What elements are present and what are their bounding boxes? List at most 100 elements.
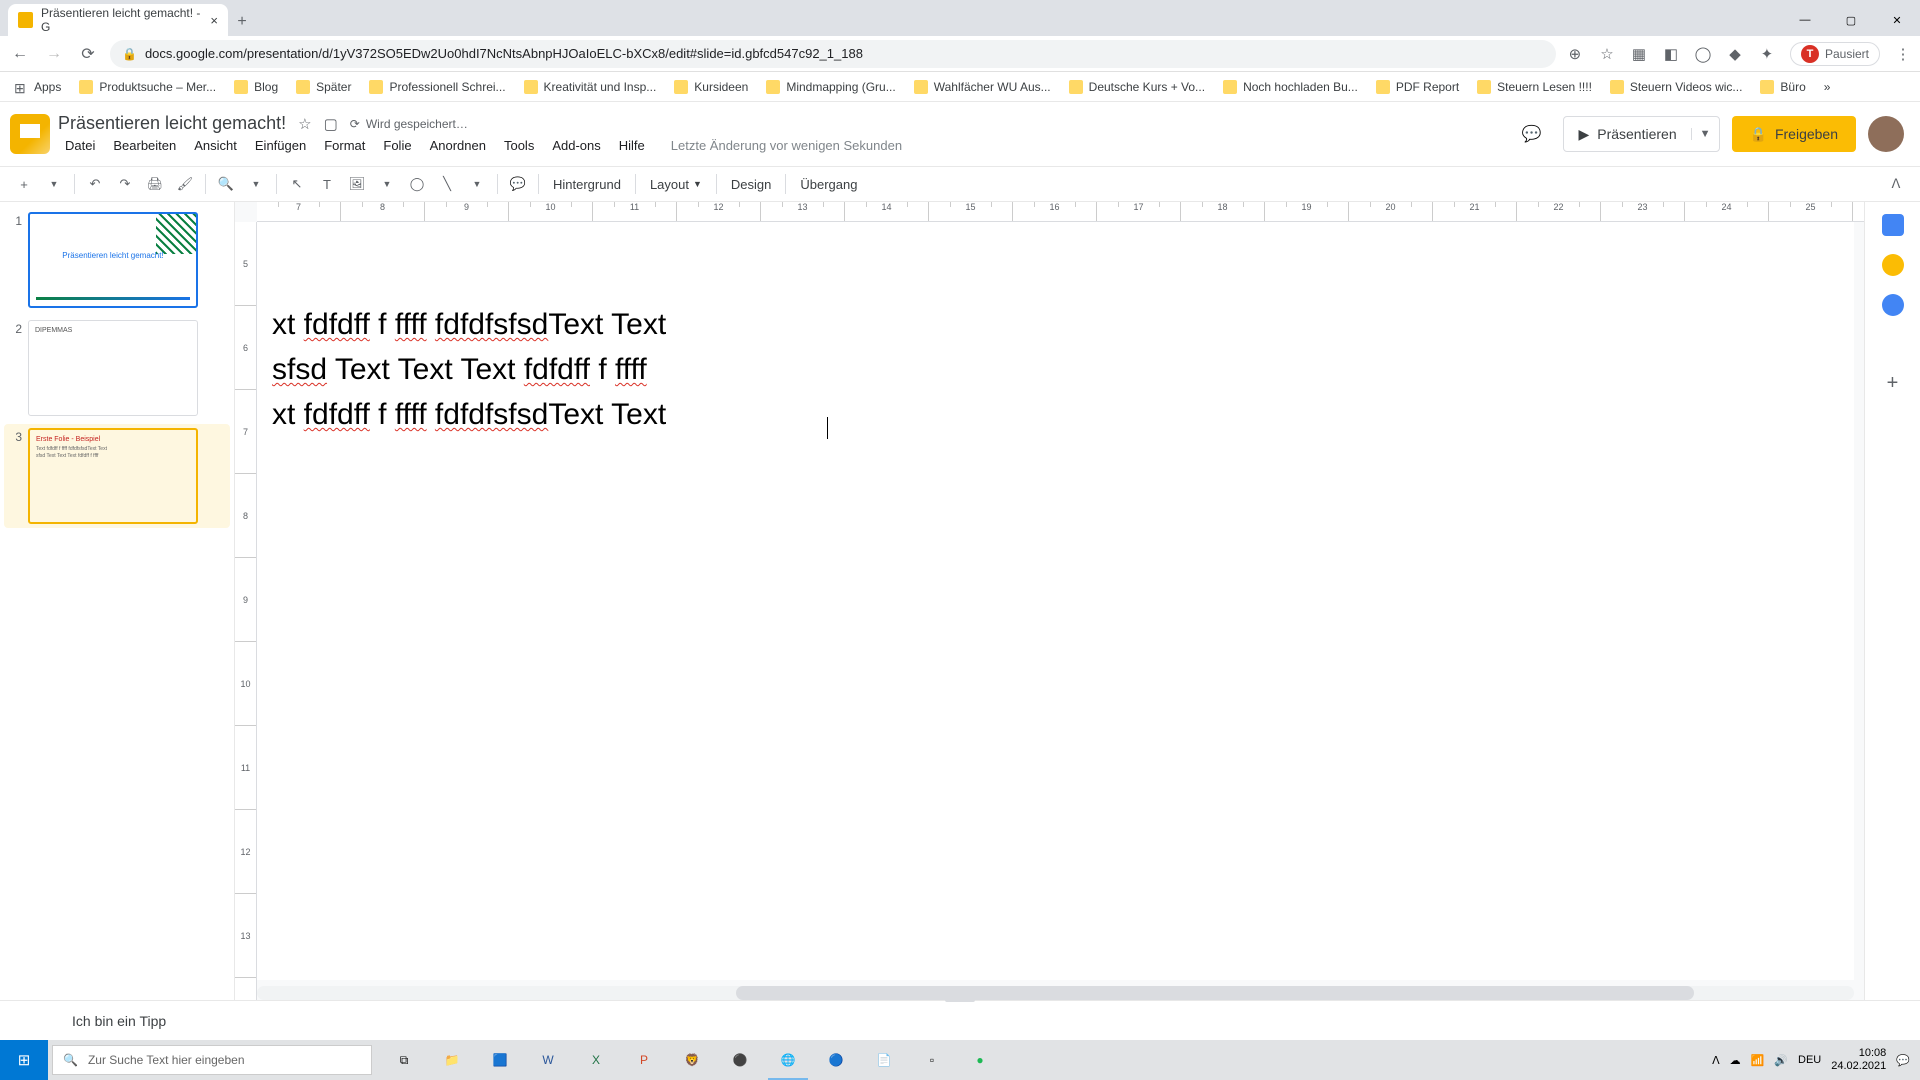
share-button[interactable]: 🔒 Freigeben — [1732, 116, 1856, 152]
notepad-icon[interactable]: 📄 — [860, 1040, 908, 1080]
background-button[interactable]: Hintergrund — [545, 170, 629, 198]
new-tab-button[interactable]: + — [228, 8, 256, 36]
menu-anordnen[interactable]: Anordnen — [423, 136, 493, 155]
explorer-icon[interactable]: 📁 — [428, 1040, 476, 1080]
paint-format-button[interactable]: 🖌 — [171, 170, 199, 198]
slide-thumbnail-1[interactable]: Präsentieren leicht gemacht! — [28, 212, 198, 308]
task-view-icon[interactable]: ⧉ — [380, 1040, 428, 1080]
layout-button[interactable]: Layout ▼ — [642, 170, 710, 198]
star-doc-icon[interactable]: ☆ — [298, 115, 311, 133]
powerpoint-icon[interactable]: P — [620, 1040, 668, 1080]
undo-button[interactable]: ↶ — [81, 170, 109, 198]
ext2-icon[interactable]: ◯ — [1694, 45, 1712, 63]
spotify-icon[interactable]: ● — [956, 1040, 1004, 1080]
bookmark-item[interactable]: Blog — [228, 76, 284, 98]
text-content[interactable]: xt fdfdff f ffff fdfdfsfsdText Text sfsd… — [272, 302, 666, 437]
ruler-vertical[interactable]: 5678910111213 — [235, 222, 257, 1000]
slides-logo-icon[interactable] — [10, 114, 50, 154]
menu-tools[interactable]: Tools — [497, 136, 541, 155]
forward-button[interactable]: → — [42, 42, 66, 66]
comment-tool[interactable]: 💬 — [504, 170, 532, 198]
slide-thumbnail-3[interactable]: Erste Folie - Beispiel Text fdfdff f fff… — [28, 428, 198, 524]
menu-addons[interactable]: Add-ons — [545, 136, 607, 155]
menu-format[interactable]: Format — [317, 136, 372, 155]
horizontal-scrollbar[interactable] — [257, 986, 1854, 1000]
chrome-icon[interactable]: 🌐 — [764, 1040, 812, 1080]
bookmark-item[interactable]: Kursideen — [668, 76, 754, 98]
ext3-icon[interactable]: ◆ — [1726, 45, 1744, 63]
present-button[interactable]: ▶Präsentieren ▼ — [1563, 116, 1719, 152]
new-slide-button[interactable]: + — [10, 170, 38, 198]
new-slide-dropdown[interactable]: ▼ — [40, 170, 68, 198]
menu-datei[interactable]: Datei — [58, 136, 102, 155]
zoom-button[interactable]: 🔍 — [212, 170, 240, 198]
back-button[interactable]: ← — [8, 42, 32, 66]
zoom-dropdown[interactable]: ▼ — [242, 170, 270, 198]
tasks-icon[interactable] — [1882, 294, 1904, 316]
tray-wifi-icon[interactable]: 📶 — [1751, 1054, 1765, 1067]
image-dropdown[interactable]: ▼ — [373, 170, 401, 198]
account-avatar[interactable] — [1868, 116, 1904, 152]
bookmark-item[interactable]: PDF Report — [1370, 76, 1465, 98]
shape-tool[interactable]: ◯ — [403, 170, 431, 198]
line-tool[interactable]: ╲ — [433, 170, 461, 198]
bookmark-item[interactable]: Später — [290, 76, 357, 98]
brave-icon[interactable]: 🦁 — [668, 1040, 716, 1080]
redo-button[interactable]: ↷ — [111, 170, 139, 198]
extensions-icon[interactable]: ✦ — [1758, 45, 1776, 63]
bookmark-item[interactable]: Mindmapping (Gru... — [760, 76, 901, 98]
keep-icon[interactable] — [1882, 254, 1904, 276]
print-button[interactable]: 🖨 — [141, 170, 169, 198]
address-bar[interactable]: 🔒 docs.google.com/presentation/d/1yV372S… — [110, 40, 1556, 68]
bookmark-item[interactable]: Kreativität und Insp... — [518, 76, 663, 98]
word-icon[interactable]: W — [524, 1040, 572, 1080]
image-tool[interactable]: 🖼 — [343, 170, 371, 198]
bookmark-overflow[interactable]: » — [1818, 76, 1837, 98]
menu-bearbeiten[interactable]: Bearbeiten — [106, 136, 183, 155]
menu-hilfe[interactable]: Hilfe — [612, 136, 652, 155]
reload-button[interactable]: ⟳ — [76, 42, 100, 66]
tray-volume-icon[interactable]: 🔊 — [1774, 1054, 1788, 1067]
bookmark-item[interactable]: Professionell Schrei... — [363, 76, 511, 98]
menu-icon[interactable]: ⋮ — [1894, 45, 1912, 63]
tray-lang[interactable]: DEU — [1798, 1054, 1821, 1066]
present-dropdown[interactable]: ▼ — [1691, 128, 1719, 140]
menu-einfuegen[interactable]: Einfügen — [248, 136, 313, 155]
line-dropdown[interactable]: ▼ — [463, 170, 491, 198]
bookmark-item[interactable]: Noch hochladen Bu... — [1217, 76, 1364, 98]
slide-thumbnail-2[interactable]: DIPEMMAS — [28, 320, 198, 416]
taskbar-search[interactable]: 🔍 Zur Suche Text hier eingeben — [52, 1045, 372, 1075]
bookmark-item[interactable]: Büro — [1754, 76, 1811, 98]
select-tool[interactable]: ↖ — [283, 170, 311, 198]
last-edit-text[interactable]: Letzte Änderung vor wenigen Sekunden — [664, 136, 909, 155]
app-icon[interactable]: 🟦 — [476, 1040, 524, 1080]
bookmark-apps[interactable]: ⊞Apps — [8, 76, 67, 98]
close-tab-icon[interactable]: × — [210, 13, 218, 28]
calendar-icon[interactable] — [1882, 214, 1904, 236]
edge-icon[interactable]: 🔵 — [812, 1040, 860, 1080]
profile-pill[interactable]: T Pausiert — [1790, 42, 1880, 66]
tray-notifications-icon[interactable]: 💬 — [1896, 1054, 1910, 1067]
design-button[interactable]: Design — [723, 170, 779, 198]
transition-button[interactable]: Übergang — [792, 170, 865, 198]
app2-icon[interactable]: ▫ — [908, 1040, 956, 1080]
add-panel-icon[interactable]: + — [1882, 372, 1904, 394]
tray-clock[interactable]: 10:08 24.02.2021 — [1831, 1047, 1886, 1073]
browser-tab[interactable]: Präsentieren leicht gemacht! - G × — [8, 4, 228, 36]
speaker-notes[interactable]: Ich bin ein Tipp — [0, 1000, 1920, 1040]
excel-icon[interactable]: X — [572, 1040, 620, 1080]
move-doc-icon[interactable]: ▢ — [324, 115, 338, 133]
obs-icon[interactable]: ⚫ — [716, 1040, 764, 1080]
doc-title[interactable]: Präsentieren leicht gemacht! — [58, 113, 286, 134]
comments-button[interactable]: 💬 — [1511, 114, 1551, 154]
tray-chevron-icon[interactable]: ᐱ — [1712, 1054, 1720, 1067]
bookmark-item[interactable]: Wahlfächer WU Aus... — [908, 76, 1057, 98]
bookmark-item[interactable]: Deutsche Kurs + Vo... — [1063, 76, 1211, 98]
maximize-button[interactable]: ▢ — [1828, 4, 1874, 36]
slide-canvas[interactable]: xt fdfdff f ffff fdfdfsfsdText Text sfsd… — [257, 222, 1854, 980]
menu-ansicht[interactable]: Ansicht — [187, 136, 244, 155]
close-window-button[interactable]: ✕ — [1874, 4, 1920, 36]
textbox-tool[interactable]: T — [313, 170, 341, 198]
minimize-button[interactable]: — — [1782, 4, 1828, 36]
collapse-toolbar-icon[interactable]: ᐱ — [1882, 170, 1910, 198]
